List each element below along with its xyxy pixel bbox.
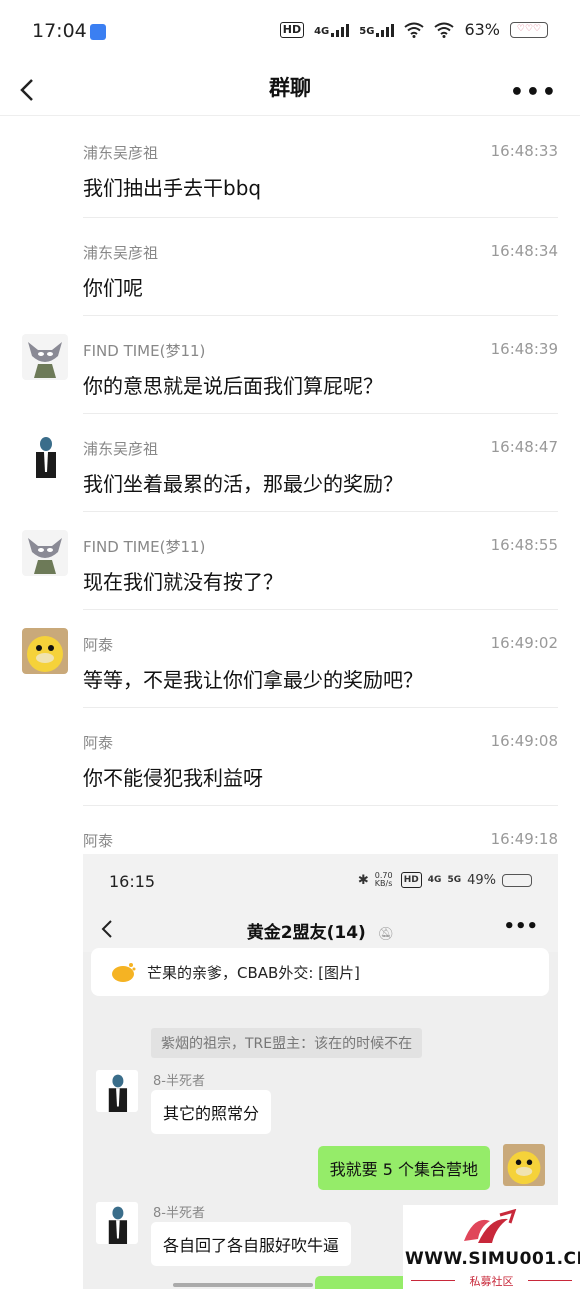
battery-icon: ♡♡♡ bbox=[510, 21, 548, 38]
pinned-message: 芒果的亲爹，CBAB外交: [图片] bbox=[91, 948, 549, 996]
wifi-icon-2 bbox=[434, 22, 455, 38]
status-bar: 17:04 HD 4G 5G 63% ♡♡♡ bbox=[0, 0, 580, 64]
message-row[interactable]: 阿泰 16:49:18 bbox=[0, 806, 580, 854]
pinned-message-text: 芒果的亲爹，CBAB外交: [图片] bbox=[147, 964, 360, 982]
embedded-hd-icon: HD bbox=[400, 872, 422, 888]
wifi-icon bbox=[404, 22, 425, 38]
message-row[interactable]: 浦东吴彦祖 16:48:33 我们抽出手去干bbq bbox=[0, 118, 580, 218]
message-text: 等等，不是我让你们拿最少的奖励吧？ bbox=[83, 668, 423, 692]
embedded-5g-icon: 5G bbox=[447, 875, 462, 885]
embedded-battery-percent: 49% bbox=[467, 872, 496, 888]
cat-avatar-icon[interactable] bbox=[22, 334, 68, 380]
page-title: 群聊 bbox=[269, 76, 311, 100]
divider bbox=[528, 1280, 572, 1281]
embedded-status-icons: ✱ 0.70 KB/s HD 4G 5G 49% bbox=[358, 872, 532, 888]
message-time: 16:48:33 bbox=[490, 142, 558, 160]
signal-4g-icon: 4G bbox=[314, 23, 350, 37]
duck-avatar-icon[interactable] bbox=[22, 628, 68, 674]
message-sender[interactable]: 浦东吴彦祖 bbox=[83, 438, 158, 459]
message-text: 你不能侵犯我利益呀 bbox=[83, 766, 263, 790]
hd-icon: HD bbox=[279, 21, 305, 38]
home-indicator bbox=[173, 1283, 313, 1287]
network-speed: 0.70 KB/s bbox=[374, 871, 393, 888]
embedded-sender: 8-半死者 bbox=[153, 1074, 205, 1089]
embedded-status-bar: 16:15 ✱ 0.70 KB/s HD 4G 5G 49% bbox=[83, 854, 558, 906]
embedded-status-time: 16:15 bbox=[109, 872, 156, 891]
embedded-title-wrap: 黄金2盟友(14) 🔕︎ bbox=[83, 918, 558, 943]
message-time: 16:48:47 bbox=[490, 438, 558, 456]
message-row[interactable]: 浦东吴彦祖 16:48:34 你们呢 bbox=[0, 218, 580, 316]
cat-avatar-icon[interactable] bbox=[22, 530, 68, 576]
message-time: 16:49:02 bbox=[490, 634, 558, 652]
message-row[interactable]: FIND TIME(梦11) 16:48:55 现在我们就没有按了？ bbox=[0, 512, 580, 610]
watermark-subtitle: 私募社区 bbox=[469, 1275, 514, 1288]
embedded-battery-icon bbox=[502, 873, 532, 887]
megaphone-icon bbox=[112, 963, 136, 982]
system-message: 紫烟的祖宗，TRE盟主：该在的时候不在 bbox=[151, 1028, 423, 1058]
message-time: 16:49:18 bbox=[490, 830, 558, 848]
message-sender[interactable]: 阿泰 bbox=[83, 830, 113, 851]
bluetooth-icon: ✱ bbox=[357, 872, 369, 888]
chat-header: 群聊 ••• bbox=[0, 64, 580, 116]
more-options-icon[interactable]: ••• bbox=[510, 80, 558, 105]
suit-person-avatar-icon bbox=[96, 1202, 138, 1244]
message-sender[interactable]: 阿泰 bbox=[83, 634, 113, 655]
message-time: 16:48:34 bbox=[490, 242, 558, 260]
suit-person-avatar-icon bbox=[96, 1070, 138, 1112]
message-row[interactable]: 阿泰 16:49:02 等等，不是我让你们拿最少的奖励吧？ bbox=[0, 610, 580, 708]
message-sender[interactable]: 阿泰 bbox=[83, 732, 113, 753]
message-text: 我们抽出手去干bbq bbox=[83, 176, 262, 200]
embedded-title: 黄金2盟友(14) bbox=[246, 923, 366, 943]
embedded-bubble-self: 我就要 5 个集合营地 bbox=[317, 1146, 490, 1190]
watermark-logo-icon bbox=[464, 1209, 517, 1243]
message-row[interactable]: FIND TIME(梦11) 16:48:39 你的意思就是说后面我们算屁呢？ bbox=[0, 316, 580, 414]
embedded-bubble: 其它的照常分 bbox=[151, 1090, 272, 1134]
message-time: 16:48:55 bbox=[490, 536, 558, 554]
mute-bell-icon: 🔕︎ bbox=[377, 927, 395, 942]
message-row[interactable]: 阿泰 16:49:08 你不能侵犯我利益呀 bbox=[0, 708, 580, 806]
embedded-more-icon: ••• bbox=[503, 916, 538, 937]
message-row[interactable]: 浦东吴彦祖 16:48:47 我们坐着最累的活，那最少的奖励？ bbox=[0, 414, 580, 512]
message-text: 我们坐着最累的活，那最少的奖励？ bbox=[83, 472, 403, 496]
watermark-url: WWW.SIMU001.CN bbox=[405, 1249, 580, 1269]
message-text: 你们呢 bbox=[83, 276, 143, 300]
app-notification-icon bbox=[90, 24, 106, 40]
message-time: 16:49:08 bbox=[490, 732, 558, 750]
message-sender[interactable]: 浦东吴彦祖 bbox=[83, 242, 158, 263]
watermark: WWW.SIMU001.CN 私募社区 bbox=[403, 1205, 580, 1289]
battery-percent: 63% bbox=[464, 20, 500, 39]
message-sender[interactable]: FIND TIME(梦11) bbox=[83, 340, 205, 361]
status-icons: HD 4G 5G 63% ♡♡♡ bbox=[279, 20, 548, 39]
embedded-header: 黄金2盟友(14) 🔕︎ ••• bbox=[83, 906, 558, 952]
message-text: 现在我们就没有按了？ bbox=[83, 570, 283, 594]
message-time: 16:48:39 bbox=[490, 340, 558, 358]
signal-5g-icon: 5G bbox=[359, 23, 395, 37]
message-text: 你的意思就是说后面我们算屁呢？ bbox=[83, 374, 383, 398]
suit-person-avatar-icon[interactable] bbox=[22, 432, 68, 478]
message-sender[interactable]: FIND TIME(梦11) bbox=[83, 536, 205, 557]
embedded-bubble: 各自回了各自服好吹牛逼 bbox=[151, 1222, 352, 1266]
embedded-sender: 8-半死者 bbox=[153, 1206, 205, 1221]
status-time: 17:04 bbox=[32, 20, 87, 42]
duck-avatar-icon bbox=[503, 1144, 545, 1186]
embedded-4g-icon: 4G bbox=[427, 875, 442, 885]
message-sender[interactable]: 浦东吴彦祖 bbox=[83, 142, 158, 163]
